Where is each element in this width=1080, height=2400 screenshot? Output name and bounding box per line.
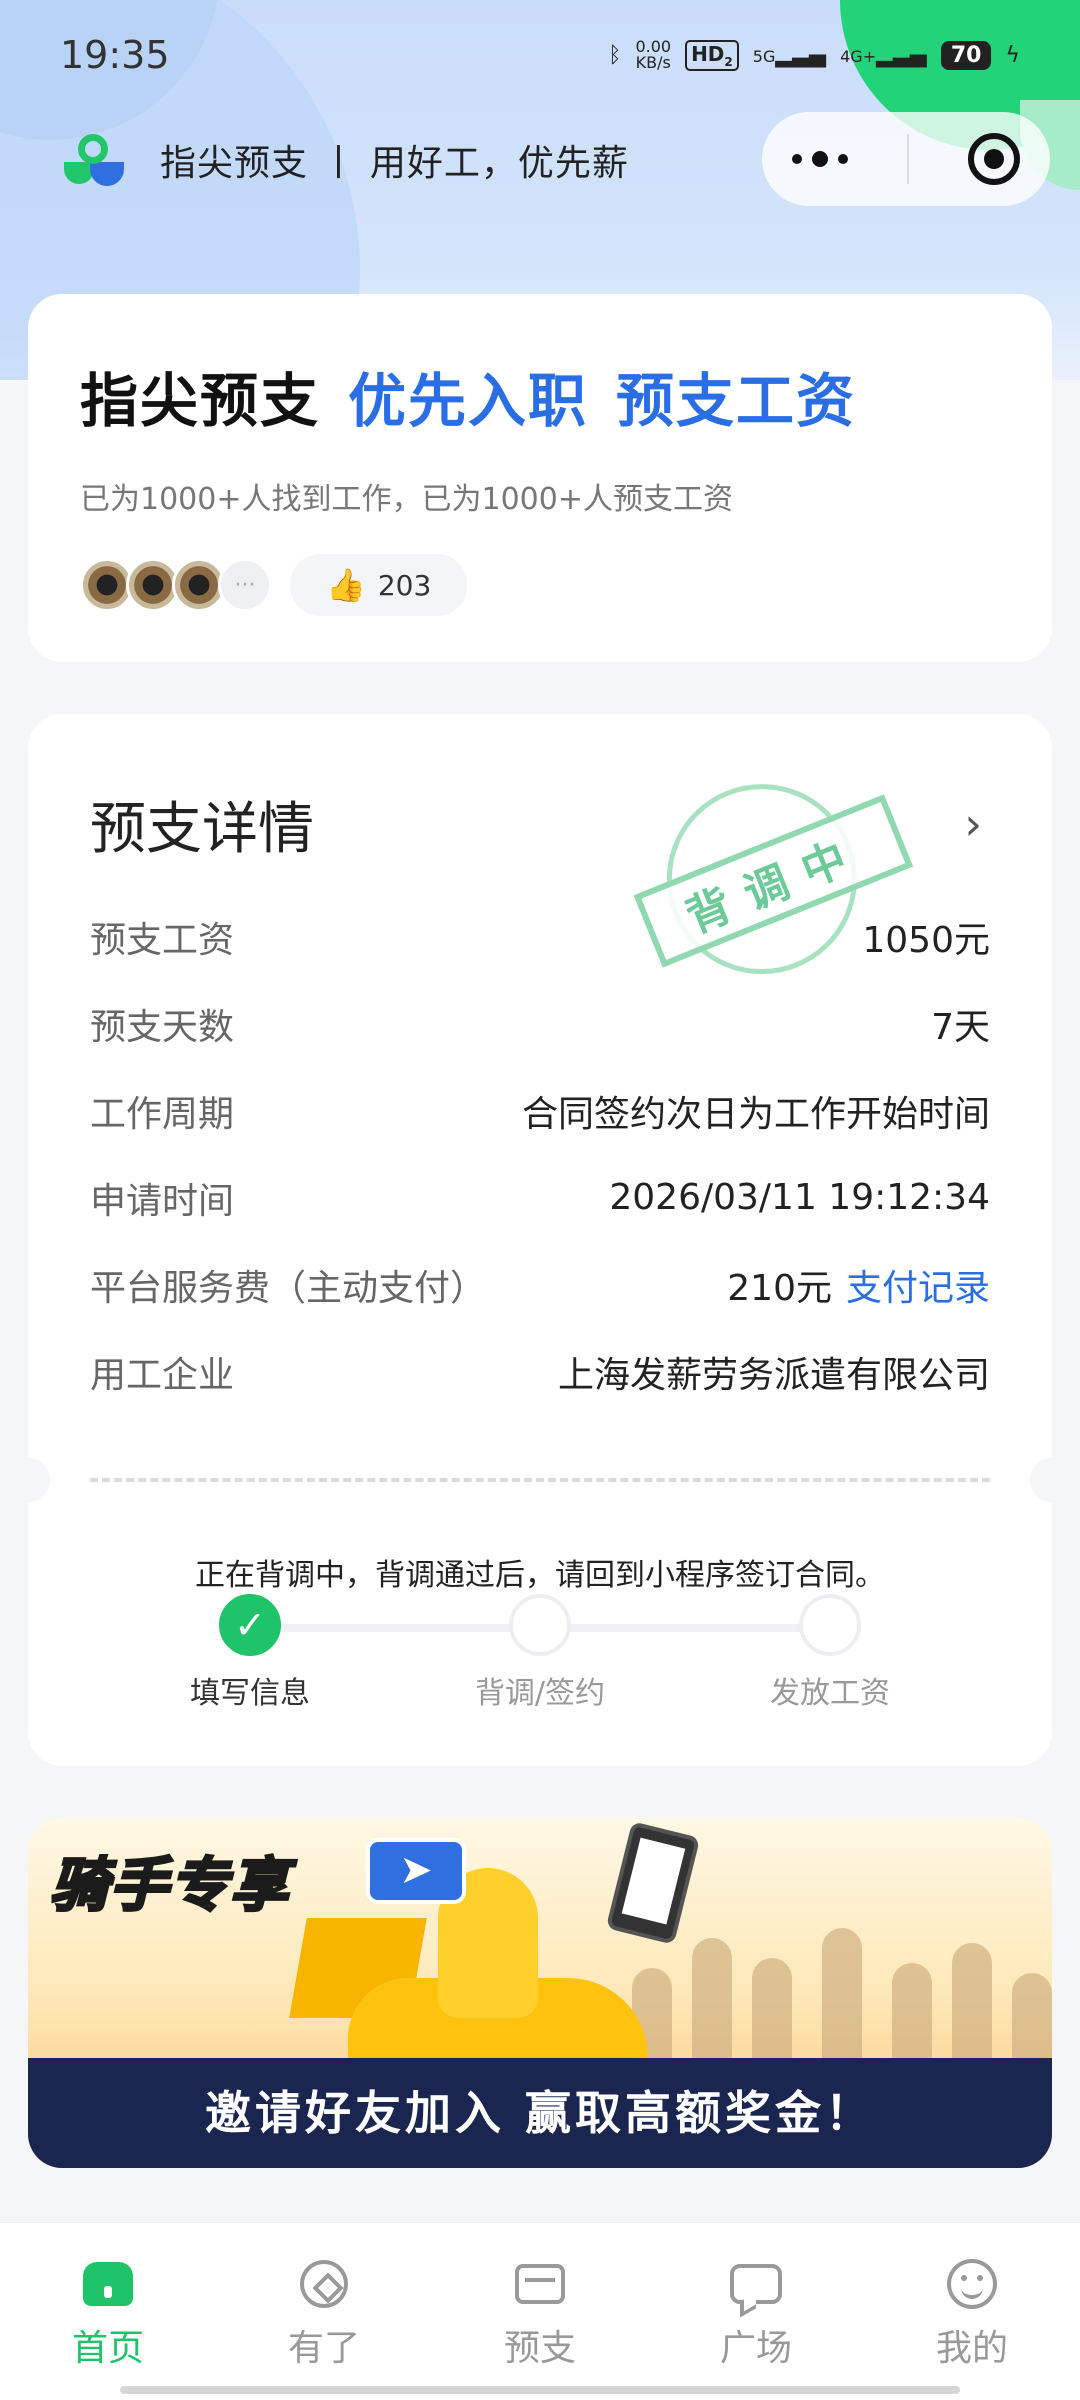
signal-5g-icon: 5G▂▃▄ xyxy=(752,42,827,68)
status-icons: ᛒ 0.00 KB/s HD2 5G▂▃▄ 4G+▂▃▄ 70 ϟ xyxy=(608,39,1020,71)
hero-card: 指尖预支 优先入职 预支工资 已为1000+人找到工作，已为1000+人预支工资 ·… xyxy=(28,294,1052,662)
detail-row: 工作周期 合同签约次日为工作开始时间 xyxy=(90,1093,990,1135)
tab-discover[interactable]: 有了 xyxy=(216,2223,432,2400)
chevron-right-icon[interactable]: › xyxy=(964,799,982,850)
status-bar: 19:35 ᛒ 0.00 KB/s HD2 5G▂▃▄ 4G+▂▃▄ 70 ϟ xyxy=(0,0,1080,110)
chat-icon xyxy=(730,2264,782,2304)
close-miniprogram-icon[interactable] xyxy=(968,133,1021,185)
detail-title: 预支详情 xyxy=(90,797,314,862)
step-background-check: 背调/签约 xyxy=(440,1594,640,1712)
plane-icon: ➤ xyxy=(366,1838,466,1904)
home-icon xyxy=(83,2262,133,2306)
rider-promo-banner[interactable]: 骑手专享 ➤ 邀请好友加入 赢取高额奖金！ xyxy=(28,1818,1052,2168)
tab-home[interactable]: 首页 xyxy=(0,2223,216,2400)
app-logo-icon xyxy=(60,130,130,190)
banner-slogan: 邀请好友加入 赢取高额奖金！ xyxy=(28,2058,1052,2168)
status-notice: 正在背调中，背调通过后，请回到小程序签订合同。 xyxy=(195,1558,885,1593)
net-speed: 0.00 KB/s xyxy=(635,37,672,72)
detail-row: 用工企业 上海发薪劳务派遣有限公司 xyxy=(90,1354,990,1396)
like-button[interactable]: 👍 203 xyxy=(290,554,468,616)
step-pay-salary: 发放工资 xyxy=(730,1594,930,1712)
like-count: 203 xyxy=(377,568,432,602)
hero-subtitle: 已为1000+人找到工作，已为1000+人预支工资 xyxy=(80,482,733,517)
detail-row: 申请时间 2026/03/11 19:12:34 xyxy=(90,1177,990,1222)
compass-icon xyxy=(300,2260,348,2308)
banner-title: 骑手专享 xyxy=(48,1850,291,1921)
tab-mine[interactable]: 我的 xyxy=(864,2223,1080,2400)
step-circle-icon xyxy=(509,1594,571,1656)
hd-icon: HD2 xyxy=(685,39,739,71)
social-proof: ··· 👍 203 xyxy=(80,554,1052,616)
progress-steps: ✓ 填写信息 背调/签约 发放工资 xyxy=(28,1594,1052,1714)
bottom-tab-bar: 首页 有了 预支 广场 我的 xyxy=(0,2222,1080,2400)
detail-row: 预支天数 7天 xyxy=(90,1006,990,1048)
signal-4g-icon: 4G+▂▃▄ xyxy=(840,42,927,68)
smile-icon xyxy=(947,2259,997,2309)
detail-row: 平台服务费（主动支付） 210元 支付记录 xyxy=(90,1267,990,1309)
tab-square[interactable]: 广场 xyxy=(648,2223,864,2400)
battery-icon: 70 xyxy=(940,40,992,70)
step-circle-icon xyxy=(799,1594,861,1656)
more-menu-icon[interactable] xyxy=(791,151,848,167)
detail-rows: 预支工资 1050元 预支天数 7天 工作周期 合同签约次日为工作开始时间 申请时间 2… xyxy=(90,893,990,1415)
nav-title: 指尖预支 丨 用好工，优先薪 xyxy=(160,143,629,184)
charging-icon: ϟ xyxy=(1005,42,1020,68)
home-indicator xyxy=(120,2386,960,2394)
more-avatars-icon: ··· xyxy=(218,558,272,612)
advance-detail-card[interactable]: 背调中 预支详情 › 预支工资 1050元 预支天数 7天 工作周期 合同签约次日为工… xyxy=(6,714,1074,1766)
hero-title: 指尖预支 优先入职 预支工资 xyxy=(80,367,857,435)
tab-advance[interactable]: 预支 xyxy=(432,2223,648,2400)
bluetooth-icon: ᛒ xyxy=(608,42,622,68)
payment-record-link[interactable]: 支付记录 xyxy=(846,1268,990,1309)
avatar-group: ··· xyxy=(80,558,272,612)
thumbs-up-icon: 👍 xyxy=(326,566,366,604)
status-time: 19:35 xyxy=(60,33,170,77)
wallet-icon xyxy=(515,2264,565,2304)
crowd-illustration xyxy=(622,1908,1052,2078)
divider xyxy=(90,1478,990,1482)
step-fill-info: ✓ 填写信息 xyxy=(150,1594,350,1712)
check-icon: ✓ xyxy=(219,1594,281,1656)
miniprogram-capsule xyxy=(762,112,1050,206)
